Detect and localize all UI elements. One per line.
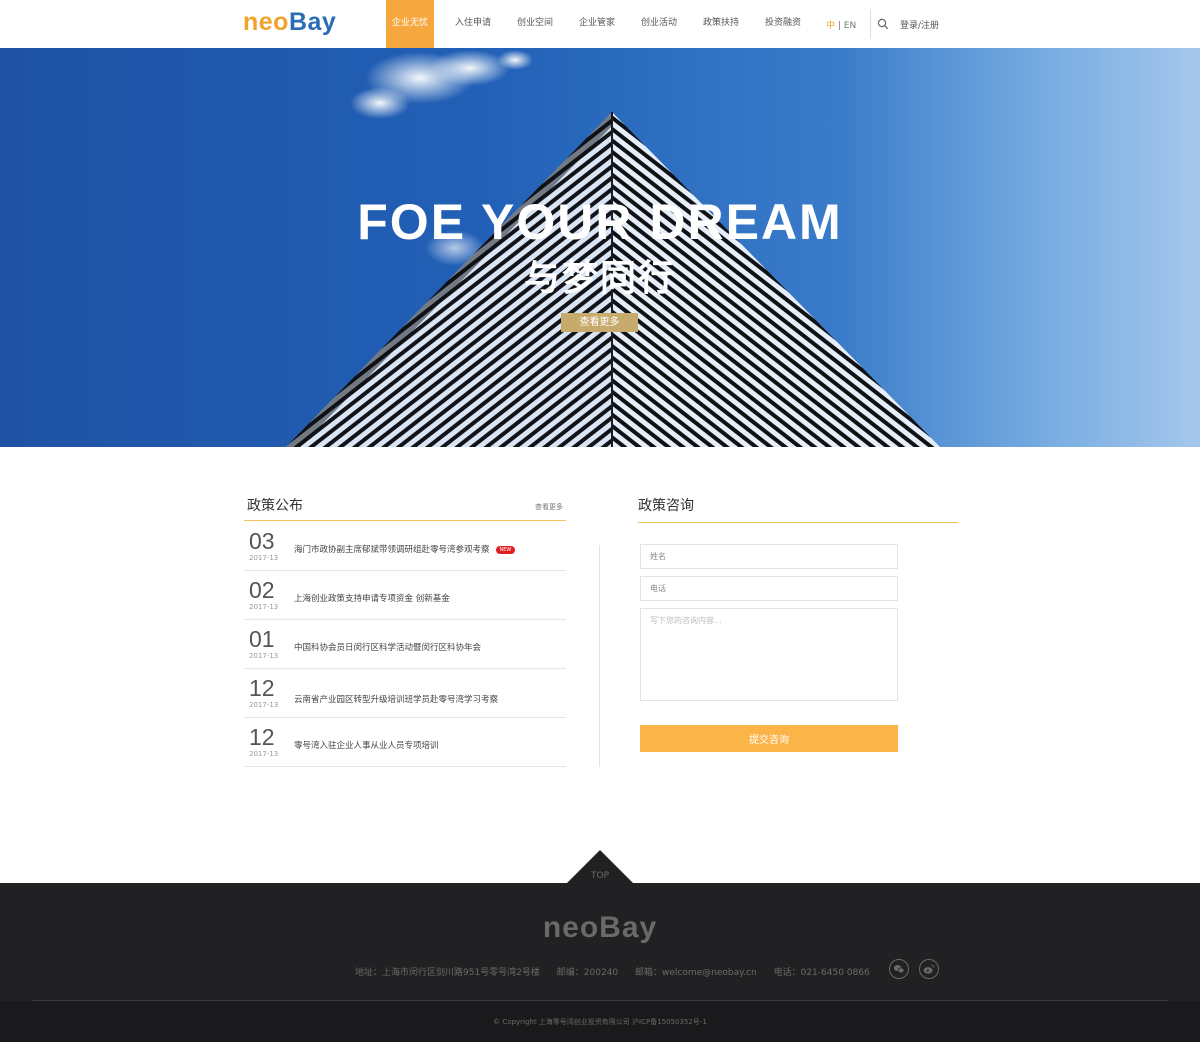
logo-part-neo: neo [243,8,289,36]
item-day: 12 [249,675,275,701]
phone-field[interactable] [640,576,898,601]
item-day: 02 [249,577,275,603]
message-field[interactable] [640,608,898,701]
site-footer: neoBay 地址：上海市闵行区剑川路951号零号湾2号楼 邮编：200240 … [0,883,1200,1042]
consult-section-title: 政策咨询 [638,498,694,514]
hero-title: FOE YOUR DREAM [357,194,843,250]
footer-phone: 电话：021-6450 0866 [773,968,870,978]
copyright-text: © Copyright 上海零号湾创业投资有限公司 沪ICP备15050352号… [493,1018,707,1026]
login-register-link[interactable]: 登录/注册 [900,18,939,31]
footer-logo: neoBay [542,911,658,944]
footer-bottom-bar: © Copyright 上海零号湾创业投资有限公司 沪ICP备15050352号… [0,1001,1200,1042]
language-switch: 中 | EN [826,18,856,31]
item-year-month: 2017-13 [249,652,279,660]
item-title[interactable]: 上海创业政策支持申请专项资金 创新基金 [294,592,450,604]
lang-zh-link[interactable]: 中 [826,21,835,31]
item-year-month: 2017-13 [249,603,279,611]
policy-list: 03 2017-13 海门市政协副主席郁斌带领调研组赴零号湾参观考察 NEW 02… [244,522,566,767]
policy-list-item[interactable]: 03 2017-13 海门市政协副主席郁斌带领调研组赴零号湾参观考察 NEW [244,522,566,571]
lang-separator: | [835,21,844,31]
policy-list-item[interactable]: 01 2017-13 中国科协会员日闵行区科学活动暨闵行区科协年会 [244,620,566,669]
item-year-month: 2017-13 [249,701,279,709]
wechat-icon[interactable] [889,959,909,979]
nav-item-startup-events[interactable]: 创业活动 [628,0,690,48]
policy-title-underline [244,520,566,521]
site-logo[interactable]: neoBay [243,8,336,37]
nav-item-startup-space[interactable]: 创业空间 [504,0,566,48]
item-day: 03 [249,528,275,554]
item-year-month: 2017-13 [249,750,279,758]
site-header: neoBay 企业无忧 入住申请 创业空间 企业管家 创业活动 政策扶持 投资融… [0,0,1200,48]
submit-consult-button[interactable]: 提交咨询 [640,725,898,752]
back-to-top-button[interactable]: TOP [566,850,634,884]
item-title[interactable]: 中国科协会员日闵行区科学活动暨闵行区科协年会 [294,641,481,653]
name-field[interactable] [640,544,898,569]
search-icon[interactable] [877,18,889,30]
header-divider [870,9,871,39]
item-title[interactable]: 云南省产业园区转型升级培训班学员赴零号湾学习考察 [294,693,498,705]
nav-item-enterprise-butler[interactable]: 企业管家 [566,0,628,48]
new-badge: NEW [495,546,516,554]
nav-item-settle-application[interactable]: 入住申请 [442,0,504,48]
item-year-month: 2017-13 [249,554,279,562]
policy-section-title: 政策公布 [247,498,303,514]
nav-item-investment[interactable]: 投资融资 [752,0,814,48]
main-nav: 企业无忧 入住申请 创业空间 企业管家 创业活动 政策扶持 投资融资 [386,0,814,48]
lang-en-link[interactable]: EN [844,21,856,31]
policy-list-item[interactable]: 12 2017-13 零号湾入驻企业人事从业人员专项培训 [244,718,566,767]
hero-banner: FOE YOUR DREAM 与梦同行 查看更多 [0,48,1200,447]
policy-more-link[interactable]: 查看更多 [535,502,563,512]
column-divider [599,545,600,767]
nav-item-enterprise-worry-free[interactable]: 企业无忧 [386,0,434,48]
hero-subtitle: 与梦同行 [523,258,676,299]
footer-postcode: 邮编：200240 [556,968,619,978]
item-title: 海门市政协副主席郁斌带领调研组赴零号湾参观考察 NEW [294,543,516,555]
footer-address: 地址：上海市闵行区剑川路951号零号湾2号楼 [355,968,540,978]
footer-email: 邮箱：welcome@neobay.cn [635,968,757,978]
logo-part-bay: Bay [288,8,337,36]
item-title-text[interactable]: 海门市政协副主席郁斌带领调研组赴零号湾参观考察 [294,545,490,555]
policy-list-item[interactable]: 12 2017-13 云南省产业园区转型升级培训班学员赴零号湾学习考察 [244,669,566,718]
item-day: 01 [249,626,275,652]
view-more-button[interactable]: 查看更多 [561,313,638,332]
back-to-top-label: TOP [590,871,610,881]
nav-item-policy-support[interactable]: 政策扶持 [690,0,752,48]
consult-title-underline [638,522,958,523]
weibo-icon[interactable] [919,959,939,979]
item-title[interactable]: 零号湾入驻企业人事从业人员专项培训 [294,739,439,751]
footer-contact-info: 地址：上海市闵行区剑川路951号零号湾2号楼 邮编：200240 邮箱：welc… [355,965,884,978]
item-day: 12 [249,724,275,750]
policy-list-item[interactable]: 02 2017-13 上海创业政策支持申请专项资金 创新基金 [244,571,566,620]
